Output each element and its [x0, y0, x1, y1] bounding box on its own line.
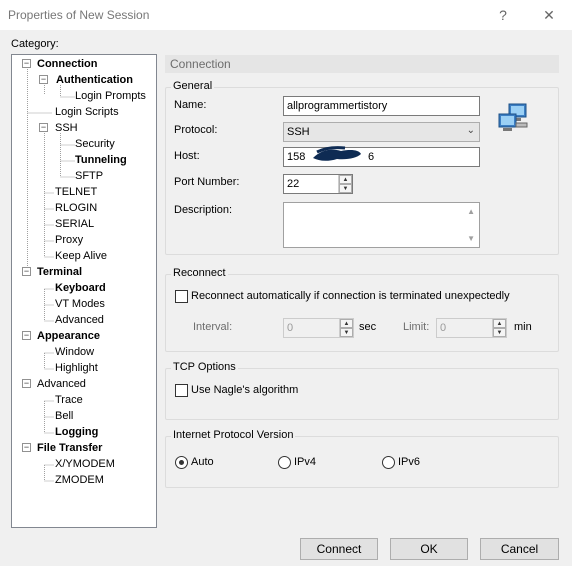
tree-item-connection[interactable]: Connection: [37, 57, 98, 71]
help-button[interactable]: ?: [490, 4, 516, 26]
interval-unit: sec: [359, 321, 377, 333]
radio-ipv4-label: IPv4: [294, 456, 317, 468]
close-button[interactable]: ✕: [536, 4, 562, 26]
category-tree[interactable]: − Connection − Authentication Login Prom…: [11, 54, 157, 528]
radio-auto-label: Auto: [191, 456, 214, 468]
tree-item-bell[interactable]: Bell: [55, 409, 73, 423]
description-label: Description:: [174, 204, 233, 216]
ip-version-group-title: Internet Protocol Version: [171, 429, 296, 441]
tree-item-sftp[interactable]: SFTP: [75, 169, 103, 183]
interval-value: 0: [287, 322, 294, 334]
limit-input[interactable]: 0 ▲ ▼: [436, 318, 507, 338]
tree-item-terminal-advanced[interactable]: Advanced: [55, 313, 104, 327]
tree-item-trace[interactable]: Trace: [55, 393, 83, 407]
interval-spinner[interactable]: ▲ ▼: [339, 319, 353, 337]
tree-item-serial[interactable]: SERIAL: [55, 217, 94, 231]
page-header: Connection: [165, 55, 559, 73]
tree-item-login-prompts[interactable]: Login Prompts: [75, 89, 146, 103]
radio-ipv6[interactable]: [382, 456, 395, 469]
collapse-icon[interactable]: −: [22, 379, 31, 388]
name-label: Name:: [174, 99, 207, 111]
limit-unit: min: [514, 321, 532, 333]
tree-item-zmodem[interactable]: ZMODEM: [55, 473, 104, 487]
tree-item-appearance[interactable]: Appearance: [37, 329, 100, 343]
general-group-title: General: [171, 80, 215, 92]
protocol-value: SSH: [287, 126, 310, 138]
limit-value: 0: [440, 322, 447, 334]
protocol-select[interactable]: SSH ⌄: [283, 122, 480, 142]
redaction-scribble: [313, 146, 361, 161]
spin-down-icon[interactable]: ▼: [340, 328, 353, 337]
nagle-checkbox-label: Use Nagle's algorithm: [191, 384, 299, 396]
interval-input[interactable]: 0 ▲ ▼: [283, 318, 354, 338]
collapse-icon[interactable]: −: [22, 443, 31, 452]
network-computers-icon: [498, 103, 528, 131]
tree-item-advanced[interactable]: Advanced: [37, 377, 86, 391]
spin-down-icon[interactable]: ▼: [339, 184, 352, 193]
page-title: Connection: [170, 57, 231, 71]
tree-item-keep-alive[interactable]: Keep Alive: [55, 249, 107, 263]
spin-up-icon[interactable]: ▲: [493, 319, 506, 328]
port-input[interactable]: 22 ▲ ▼: [283, 174, 353, 194]
tree-item-vt-modes[interactable]: VT Modes: [55, 297, 105, 311]
close-icon: ✕: [543, 7, 555, 23]
nagle-checkbox[interactable]: [175, 384, 188, 397]
host-value-end: 6: [368, 151, 375, 163]
radio-ipv4[interactable]: [278, 456, 291, 469]
ip-version-group: [165, 436, 559, 488]
spin-up-icon[interactable]: ▲: [340, 319, 353, 328]
tree-item-keyboard[interactable]: Keyboard: [55, 281, 106, 295]
tree-item-rlogin[interactable]: RLOGIN: [55, 201, 97, 215]
cancel-button[interactable]: Cancel: [480, 538, 559, 560]
tree-item-security[interactable]: Security: [75, 137, 115, 151]
help-icon: ?: [499, 7, 507, 23]
limit-label: Limit:: [403, 321, 430, 333]
reconnect-checkbox[interactable]: [175, 290, 188, 303]
protocol-label: Protocol:: [174, 124, 218, 136]
name-input[interactable]: allprogrammertistory: [283, 96, 480, 116]
tcp-options-group-title: TCP Options: [171, 361, 238, 373]
tree-item-telnet[interactable]: TELNET: [55, 185, 97, 199]
tree-item-terminal[interactable]: Terminal: [37, 265, 82, 279]
description-textarea[interactable]: ▲ ▼: [283, 202, 480, 248]
collapse-icon[interactable]: −: [39, 75, 48, 84]
radio-ipv6-label: IPv6: [398, 456, 421, 468]
spin-up-icon[interactable]: ▲: [339, 175, 352, 184]
radio-auto[interactable]: [175, 456, 188, 469]
category-label: Category:: [11, 38, 59, 50]
tree-item-tunneling[interactable]: Tunneling: [75, 153, 127, 167]
port-value: 22: [287, 178, 300, 190]
tree-item-file-transfer[interactable]: File Transfer: [37, 441, 102, 455]
collapse-icon[interactable]: −: [22, 267, 31, 276]
tree-item-xymodem[interactable]: X/YMODEM: [55, 457, 115, 471]
reconnect-group-title: Reconnect: [171, 267, 228, 279]
ok-button[interactable]: OK: [390, 538, 468, 560]
collapse-icon[interactable]: −: [39, 123, 48, 132]
host-value-start: 158: [287, 151, 306, 163]
title-bar: Properties of New Session ? ✕: [0, 0, 572, 30]
tree-item-window[interactable]: Window: [55, 345, 94, 359]
collapse-icon[interactable]: −: [22, 331, 31, 340]
tree-item-proxy[interactable]: Proxy: [55, 233, 83, 247]
tree-item-login-scripts[interactable]: Login Scripts: [55, 105, 119, 119]
tree-item-ssh[interactable]: SSH: [55, 121, 78, 135]
scroll-up-icon[interactable]: ▲: [467, 207, 475, 216]
chevron-down-icon: ⌄: [466, 125, 475, 136]
reconnect-checkbox-label: Reconnect automatically if connection is…: [191, 290, 510, 302]
scroll-down-icon[interactable]: ▼: [467, 234, 475, 243]
window-title: Properties of New Session: [8, 8, 150, 22]
port-label: Port Number:: [174, 176, 240, 188]
collapse-icon[interactable]: −: [22, 59, 31, 68]
spin-down-icon[interactable]: ▼: [493, 328, 506, 337]
interval-label: Interval:: [193, 321, 233, 333]
connect-button[interactable]: Connect: [300, 538, 378, 560]
port-spinner[interactable]: ▲ ▼: [338, 175, 352, 193]
tree-item-highlight[interactable]: Highlight: [55, 361, 98, 375]
tree-item-logging[interactable]: Logging: [55, 425, 98, 439]
reconnect-group: [165, 274, 559, 352]
limit-spinner[interactable]: ▲ ▼: [492, 319, 506, 337]
host-label: Host:: [174, 150, 200, 162]
tree-item-authentication[interactable]: Authentication: [56, 73, 133, 87]
